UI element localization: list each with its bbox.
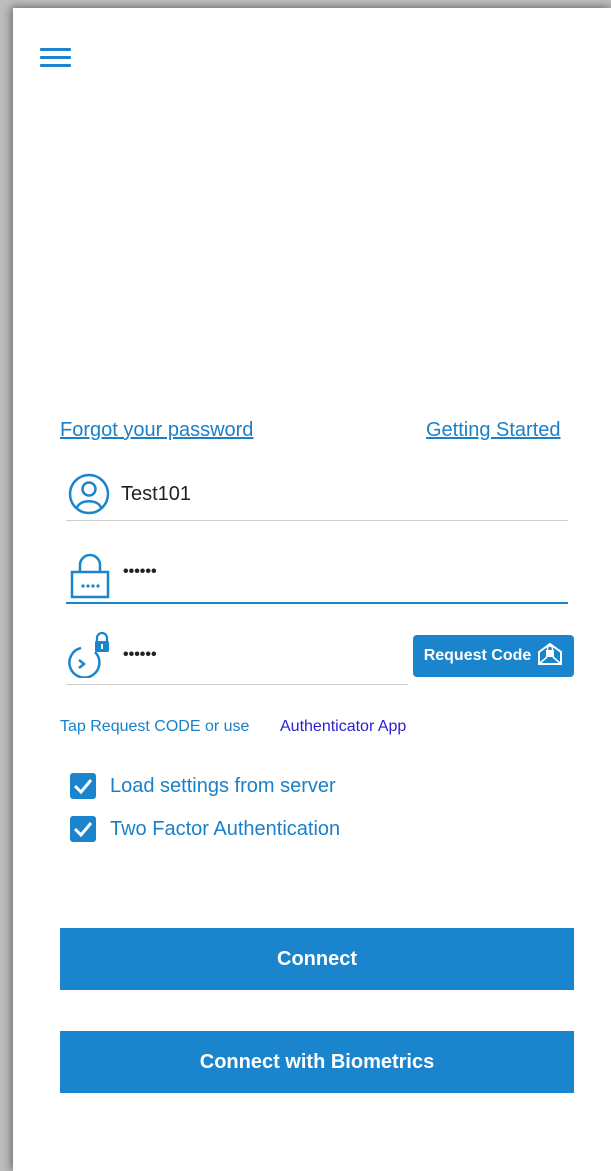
connect-label: Connect [277,947,357,970]
password-field[interactable]: •••••• [123,563,157,581]
code-lock-icon [67,631,115,679]
forgot-password-link[interactable]: Forgot your password [60,419,253,442]
two-factor-option[interactable]: Two Factor Authentication [70,816,340,842]
hint-text: Tap Request CODE or use [60,718,250,735]
request-code-button[interactable]: Request Code [413,635,574,677]
code-field[interactable]: •••••• [123,646,157,664]
connect-biometrics-button[interactable]: Connect with Biometrics [60,1031,574,1093]
mail-lock-icon [537,642,563,671]
connect-button[interactable]: Connect [60,928,574,990]
two-factor-label: Two Factor Authentication [110,817,341,840]
hamburger-menu-icon[interactable] [40,44,74,74]
user-circle-icon [68,473,110,515]
load-settings-option[interactable]: Load settings from server [70,773,336,799]
code-underline [66,684,408,685]
connect-biometrics-label: Connect with Biometrics [199,1050,435,1073]
username-underline [66,520,568,521]
padlock-icon [68,552,112,600]
two-factor-checkbox[interactable] [70,816,96,842]
username-field[interactable] [121,480,561,508]
request-code-label: Request Code [423,647,532,664]
authenticator-app-link[interactable]: Authenticator App [280,718,406,736]
getting-started-link[interactable]: Getting Started [426,419,561,442]
load-settings-checkbox[interactable] [70,773,96,799]
login-screen: Forgot your password Getting Started •••… [13,8,611,1171]
load-settings-label: Load settings from server [110,774,336,797]
password-underline-focused [66,602,568,604]
